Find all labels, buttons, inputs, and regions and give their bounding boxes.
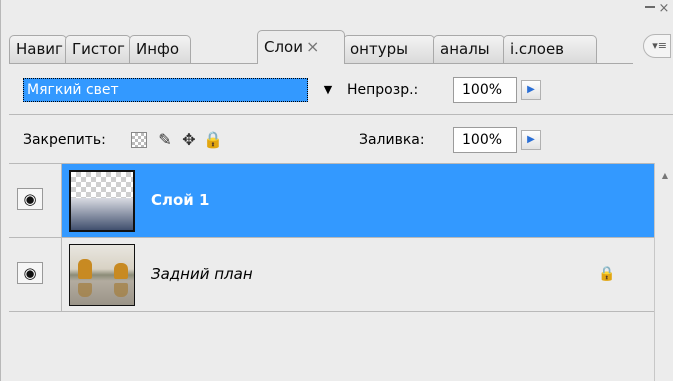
- layer-name[interactable]: Задний план: [151, 263, 253, 285]
- brush-icon[interactable]: ✎: [155, 130, 175, 150]
- eye-icon[interactable]: ◉: [17, 188, 43, 210]
- divider: [9, 114, 673, 115]
- lock-icon: 🔒: [598, 266, 616, 282]
- opacity-slider-arrow-icon[interactable]: ▶: [521, 80, 541, 100]
- tab-label: аналы: [440, 40, 490, 58]
- scrollbar[interactable]: [654, 163, 673, 381]
- tab-channels[interactable]: аналы: [433, 35, 505, 63]
- layers-list: ◉ Слой 1 ◉ Задний план 🔒: [9, 163, 654, 381]
- tab-label: Слои: [264, 38, 303, 56]
- minimize-icon[interactable]: [645, 6, 655, 8]
- thumbnail-gradient: [71, 198, 133, 230]
- layers-panel: × ▾≡ Навиг Гистог Инфо Слои × онтуры анал…: [0, 0, 673, 381]
- tab-layer-comps[interactable]: і.слоев: [503, 35, 597, 63]
- chevron-down-icon[interactable]: ▼: [319, 78, 337, 102]
- tab-label: і.слоев: [510, 40, 565, 58]
- opacity-input[interactable]: 100%: [453, 77, 517, 103]
- tab-navigator[interactable]: Навиг: [9, 35, 67, 63]
- lock-label: Закрепить:: [23, 132, 106, 148]
- lock-row: Закрепить: ✎ ✥ 🔒 Заливка: 100% ▶: [23, 122, 663, 156]
- tab-info[interactable]: Инфо: [129, 35, 191, 63]
- thumbnail-reflection: [78, 283, 92, 297]
- transparency-lock-icon[interactable]: [131, 132, 147, 148]
- eye-icon[interactable]: ◉: [17, 262, 43, 284]
- padlock-icon[interactable]: 🔒: [203, 130, 223, 150]
- tab-paths[interactable]: онтуры: [343, 35, 435, 63]
- tab-layers[interactable]: Слои ×: [257, 30, 345, 64]
- background-thumbnail: [69, 244, 135, 306]
- move-icon[interactable]: ✥: [179, 130, 199, 150]
- tab-label: Навиг: [16, 40, 63, 58]
- thumbnail-tree: [114, 263, 128, 279]
- tab-histogram[interactable]: Гистог: [65, 35, 131, 63]
- visibility-cell: ◉: [9, 238, 62, 311]
- layer-row-layer1[interactable]: ◉ Слой 1: [9, 164, 654, 238]
- opacity-label: Непрозр.:: [347, 82, 419, 98]
- layer-row-background[interactable]: ◉ Задний план 🔒: [9, 238, 654, 312]
- blend-mode-select[interactable]: Мягкий свет ▼: [23, 78, 343, 102]
- tab-label: Инфо: [136, 40, 180, 58]
- blend-mode-value: Мягкий свет: [23, 78, 308, 102]
- layer-name[interactable]: Слой 1: [151, 189, 209, 211]
- thumbnail-tree: [78, 259, 92, 279]
- fill-input[interactable]: 100%: [453, 127, 517, 153]
- tab-label: онтуры: [350, 40, 408, 58]
- panel-tabbar: Навиг Гистог Инфо Слои × онтуры аналы і.с…: [9, 30, 641, 64]
- layer-thumbnail: [69, 170, 135, 232]
- visibility-cell: ◉: [9, 164, 62, 237]
- fill-label: Заливка:: [359, 132, 425, 148]
- blend-row: Мягкий свет ▼ Непрозр.: 100% ▶: [23, 72, 663, 106]
- close-tab-icon[interactable]: ×: [306, 37, 319, 56]
- panel-menu-button[interactable]: ▾≡: [643, 34, 671, 58]
- scroll-up-arrow-icon[interactable]: ▲: [659, 170, 671, 182]
- thumbnail-reflection: [114, 283, 128, 297]
- tab-label: Гистог: [72, 40, 125, 58]
- close-panel-icon[interactable]: ×: [657, 2, 671, 16]
- fill-slider-arrow-icon[interactable]: ▶: [521, 130, 541, 150]
